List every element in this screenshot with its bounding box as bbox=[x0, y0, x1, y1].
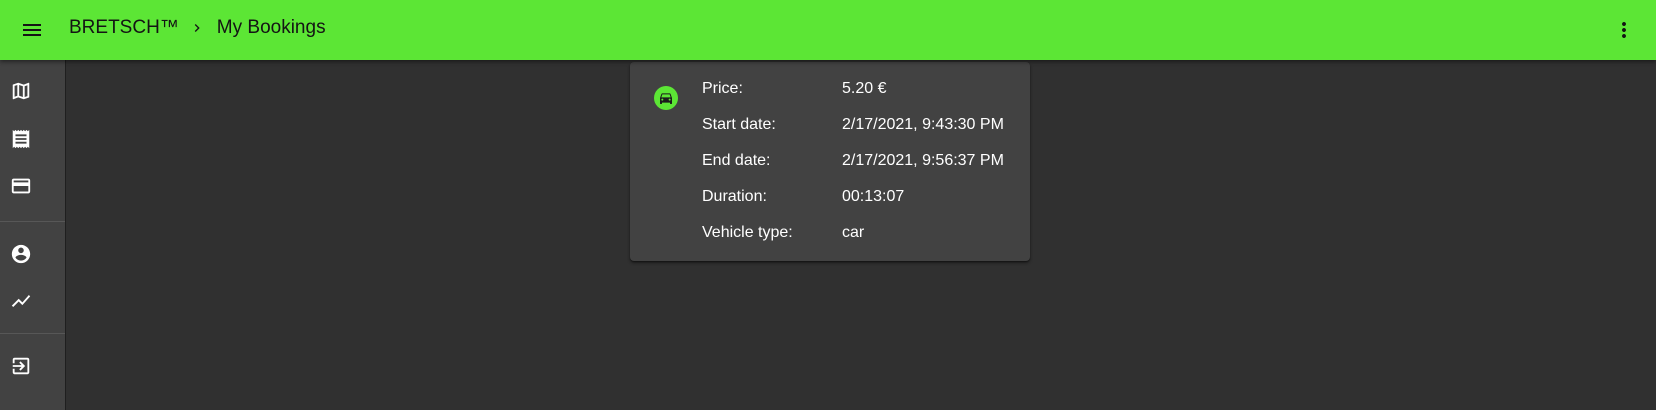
sidebar bbox=[0, 60, 66, 410]
end-date-label: End date: bbox=[702, 152, 771, 169]
credit-card-icon bbox=[10, 175, 32, 197]
sidebar-divider bbox=[0, 221, 65, 222]
sidebar-item-logout[interactable] bbox=[0, 344, 65, 388]
account-circle-icon bbox=[10, 243, 32, 265]
more-vertical-icon bbox=[1612, 18, 1636, 42]
map-icon bbox=[10, 80, 32, 102]
vehicle-avatar bbox=[654, 86, 678, 110]
car-icon bbox=[658, 90, 674, 106]
sidebar-item-map[interactable] bbox=[0, 69, 65, 113]
menu-icon bbox=[20, 18, 44, 42]
brand-name[interactable]: BRETSCH™ bbox=[69, 17, 179, 39]
sidebar-item-payment[interactable] bbox=[0, 164, 65, 208]
sidebar-divider bbox=[0, 333, 65, 334]
start-date-value: 2/17/2021, 9:43:30 PM bbox=[842, 116, 1004, 133]
price-label: Price: bbox=[702, 80, 743, 97]
logout-icon bbox=[10, 355, 32, 377]
sidebar-item-bookings[interactable] bbox=[0, 117, 65, 161]
trending-icon bbox=[10, 290, 32, 312]
chevron-right-icon bbox=[189, 20, 205, 36]
sidebar-item-statistics[interactable] bbox=[0, 279, 65, 323]
vehicle-type-label: Vehicle type: bbox=[702, 224, 793, 241]
duration-label: Duration: bbox=[702, 188, 767, 205]
duration-value: 00:13:07 bbox=[842, 188, 905, 205]
menu-button[interactable] bbox=[14, 12, 50, 48]
page-title: My Bookings bbox=[216, 17, 326, 38]
more-options-button[interactable] bbox=[1606, 12, 1642, 48]
vehicle-type-value: car bbox=[842, 224, 865, 241]
price-value: 5.20 € bbox=[842, 80, 887, 97]
sidebar-item-account[interactable] bbox=[0, 232, 65, 276]
end-date-value: 2/17/2021, 9:56:37 PM bbox=[842, 152, 1004, 169]
receipt-icon bbox=[10, 128, 32, 150]
app-bar: BRETSCH™ My Bookings bbox=[0, 0, 1656, 60]
breadcrumb: BRETSCH™ My Bookings bbox=[69, 17, 326, 39]
start-date-label: Start date: bbox=[702, 116, 776, 133]
booking-card: Price: 5.20 € Start date: 2/17/2021, 9:4… bbox=[630, 62, 1030, 261]
